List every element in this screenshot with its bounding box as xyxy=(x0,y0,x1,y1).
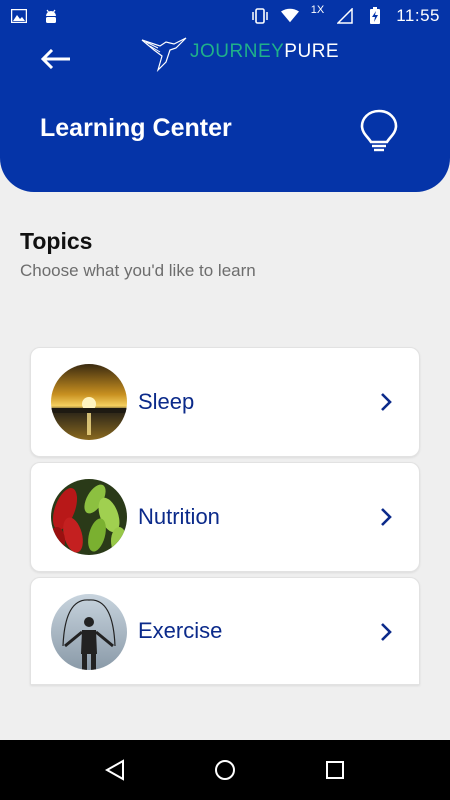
topic-card-exercise[interactable]: Exercise xyxy=(30,577,420,685)
chevron-right-icon xyxy=(381,623,392,641)
chevron-right-icon xyxy=(381,508,392,526)
topic-card-sleep[interactable]: Sleep xyxy=(30,347,420,457)
topics-subtitle: Choose what you'd like to learn xyxy=(20,261,256,280)
wifi-icon xyxy=(280,7,299,25)
network-badge: 1X xyxy=(310,4,325,16)
journeypure-logo: JOURNEYPURE xyxy=(140,32,339,72)
back-arrow-icon xyxy=(40,49,70,69)
android-icon xyxy=(42,7,60,25)
back-button[interactable] xyxy=(36,44,76,74)
sunset-lake-image xyxy=(51,364,127,440)
battery-charging-icon xyxy=(366,7,384,25)
hummingbird-icon xyxy=(141,37,187,72)
jump-rope-image xyxy=(51,594,127,670)
status-bar: 1X 11:55 xyxy=(0,0,450,32)
nav-back-button[interactable] xyxy=(100,755,130,785)
peppers-image xyxy=(51,479,127,555)
topic-label: Sleep xyxy=(138,389,195,414)
status-time: 11:55 xyxy=(396,6,440,25)
logo-text-pure: PURE xyxy=(284,41,340,62)
vibrate-icon xyxy=(251,7,269,25)
navigation-bar xyxy=(0,740,450,800)
logo-text-journey: JOURNEY xyxy=(190,41,285,62)
chevron-right-icon xyxy=(381,393,392,411)
topic-label: Nutrition xyxy=(138,504,220,529)
topic-card-nutrition[interactable]: Nutrition xyxy=(30,462,420,572)
lightbulb-icon xyxy=(360,109,398,152)
topics-title: Topics xyxy=(20,228,93,254)
nav-home-icon xyxy=(215,760,235,780)
page-title: Learning Center xyxy=(40,114,232,142)
image-icon xyxy=(10,7,28,25)
header: JOURNEYPURE Learning Center xyxy=(0,32,450,192)
nav-back-icon xyxy=(104,759,124,781)
lightbulb-button[interactable] xyxy=(358,108,400,156)
signal-icon xyxy=(336,7,354,25)
topic-label: Exercise xyxy=(138,618,223,643)
nav-home-button[interactable] xyxy=(210,755,240,785)
nav-recents-button[interactable] xyxy=(320,755,350,785)
nav-recents-icon xyxy=(326,761,344,779)
